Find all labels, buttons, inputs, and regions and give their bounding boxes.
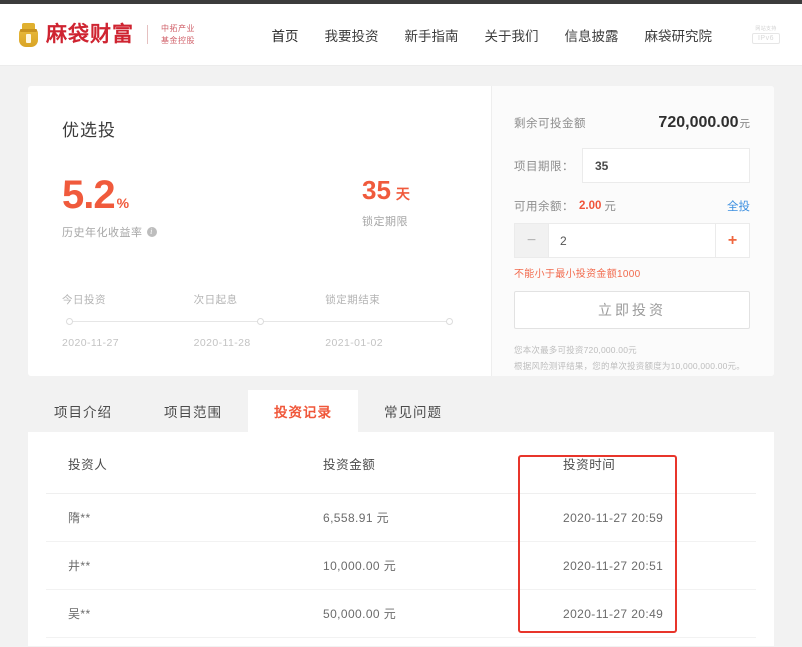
- metric-rate: 5.2% 历史年化收益率 i: [62, 175, 362, 240]
- invest-amount-input[interactable]: [549, 224, 715, 257]
- term-label: 锁定期限: [362, 213, 410, 229]
- timeline-track: [62, 315, 457, 329]
- nav-item-research[interactable]: 麻袋研究院: [644, 25, 712, 45]
- investment-timeline: 今日投资 次日起息 锁定期结束 2020-11-27 2020-11-28 20…: [62, 292, 457, 349]
- timeline-dates: 2020-11-27 2020-11-28 2021-01-02: [62, 337, 457, 349]
- nav-item-home[interactable]: 首页: [271, 25, 298, 45]
- balance-row: 可用余额： 2.00 元 全投: [514, 198, 750, 214]
- balance-value: 2.00: [579, 200, 601, 212]
- timeline-dot-2: [257, 318, 264, 325]
- project-term-row: 项目期限： 35: [514, 148, 750, 183]
- invest-panel: 剩余可投金额 720,000.00元 项目期限： 35 可用余额： 2.00 元…: [491, 86, 774, 376]
- ipv6-badge: 网站支持 IPv6: [752, 25, 780, 44]
- product-metrics: 5.2% 历史年化收益率 i 35 天 锁定期限: [62, 175, 457, 240]
- timeline-date-1: 2020-11-27: [62, 337, 194, 349]
- ipv6-badge-caption: 网站支持: [755, 25, 776, 32]
- project-term-field: 35: [582, 148, 750, 183]
- investment-records-panel: 投资人 投资金额 投资时间 隋** 6,558.91 元 2020-11-27 …: [28, 432, 774, 646]
- investment-records-table: 投资人 投资金额 投资时间 隋** 6,558.91 元 2020-11-27 …: [46, 454, 756, 646]
- cell-amount: 10,000.00 元: [301, 542, 541, 590]
- info-icon[interactable]: i: [147, 227, 157, 237]
- cell-amount: 50,000.00 元: [301, 590, 541, 638]
- timeline-label-1: 今日投资: [62, 292, 194, 307]
- page-content: 优选投 5.2% 历史年化收益率 i 35 天: [0, 66, 802, 646]
- cell-amount: 6,558.91 元: [301, 494, 541, 542]
- nav-item-invest[interactable]: 我要投资: [324, 25, 378, 45]
- remaining-amount-value-wrap: 720,000.00元: [658, 114, 750, 132]
- timeline-date-2: 2020-11-28: [194, 337, 326, 349]
- brand-name: 麻袋财富: [46, 24, 134, 45]
- ipv6-badge-label: IPv6: [752, 33, 780, 44]
- timeline-label-3: 锁定期结束: [325, 292, 457, 307]
- column-header-amount: 投资金额: [301, 454, 541, 494]
- stepper-increase-button[interactable]: +: [715, 224, 749, 257]
- table-row: 井** 10,000.00 元 2020-11-27 20:51: [46, 542, 756, 590]
- rate-label-row: 历史年化收益率 i: [62, 224, 362, 240]
- timeline-date-3: 2021-01-02: [325, 337, 457, 349]
- table-row: 吴** 50,000.00 元 2020-11-27 20:49: [46, 590, 756, 638]
- term-value: 35: [362, 175, 391, 205]
- term-unit: 天: [396, 186, 410, 202]
- table-row: 隋** 6,558.91 元 2020-11-27 20:59: [46, 494, 756, 542]
- table-header: 投资人 投资金额 投资时间: [46, 454, 756, 494]
- nav-item-disclosure[interactable]: 信息披露: [564, 25, 618, 45]
- invest-now-button[interactable]: 立即投资: [514, 291, 750, 329]
- nav-item-about[interactable]: 关于我们: [484, 25, 538, 45]
- cell-time: 2020-11-27 20:31: [541, 638, 756, 647]
- balance-unit: 元: [604, 198, 616, 214]
- amount-error-message: 不能小于最小投资金额1000: [514, 265, 750, 280]
- stepper-decrease-button[interactable]: −: [515, 224, 549, 257]
- timeline-label-2: 次日起息: [194, 292, 326, 307]
- cell-investor: 隋**: [46, 494, 301, 542]
- tab-project-scope[interactable]: 项目范围: [138, 390, 248, 432]
- column-header-time: 投资时间: [541, 454, 756, 494]
- column-header-investor: 投资人: [46, 454, 301, 494]
- cell-investor: 吴**: [46, 590, 301, 638]
- table-header-row: 投资人 投资金额 投资时间: [46, 454, 756, 494]
- table-row: 权** 61,015.07 元 2020-11-27 20:31: [46, 638, 756, 647]
- footnote-line-2: 根据风险测评结果，您的单次投资额度为10,000,000.00元。您: [514, 359, 750, 376]
- remaining-amount-row: 剩余可投金额 720,000.00元: [514, 114, 750, 132]
- footnote-line-1: 您本次最多可投资720,000.00元: [514, 343, 750, 359]
- main-navigation: 首页 我要投资 新手指南 关于我们 信息披露 麻袋研究院 网站支持 IPv6: [271, 25, 780, 45]
- page-root: 麻袋财富 中拓产业 基金控股 首页 我要投资 新手指南 关于我们 信息披露 麻袋…: [0, 0, 802, 646]
- rate-line: 5.2%: [62, 175, 362, 215]
- project-term-label: 项目期限：: [514, 158, 574, 174]
- term-line: 35 天: [362, 177, 410, 204]
- cell-investor: 井**: [46, 542, 301, 590]
- timeline-labels: 今日投资 次日起息 锁定期结束: [62, 292, 457, 307]
- money-bag-icon: [18, 22, 39, 47]
- remaining-amount-label: 剩余可投金额: [514, 115, 586, 131]
- nav-item-guide[interactable]: 新手指南: [404, 25, 458, 45]
- cell-investor: 权**: [46, 638, 301, 647]
- brand-logo[interactable]: 麻袋财富 中拓产业 基金控股: [18, 22, 195, 47]
- amount-stepper: − +: [514, 223, 750, 258]
- table-body: 隋** 6,558.91 元 2020-11-27 20:59 井** 10,0…: [46, 494, 756, 647]
- remaining-amount-unit: 元: [740, 118, 751, 130]
- tab-investment-records[interactable]: 投资记录: [248, 390, 358, 432]
- brand-divider: [147, 25, 148, 44]
- tab-faq[interactable]: 常见问题: [358, 390, 468, 432]
- cell-amount: 61,015.07 元: [301, 638, 541, 647]
- brand-subtitle: 中拓产业 基金控股: [161, 23, 195, 46]
- product-title: 优选投: [62, 116, 457, 141]
- invest-all-link[interactable]: 全投: [727, 198, 750, 214]
- cell-time: 2020-11-27 20:59: [541, 494, 756, 542]
- invest-footnote: 您本次最多可投资720,000.00元 根据风险测评结果，您的单次投资额度为10…: [514, 343, 750, 376]
- timeline-dot-3: [446, 318, 453, 325]
- remaining-amount-value: 720,000.00: [658, 114, 738, 131]
- rate-value: 5.2: [62, 173, 115, 217]
- cell-time: 2020-11-27 20:51: [541, 542, 756, 590]
- detail-tabs: 项目介绍 项目范围 投资记录 常见问题: [28, 390, 774, 432]
- product-card: 优选投 5.2% 历史年化收益率 i 35 天: [28, 86, 774, 376]
- balance-label: 可用余额：: [514, 198, 574, 214]
- tab-project-intro[interactable]: 项目介绍: [28, 390, 138, 432]
- metric-term: 35 天 锁定期限: [362, 175, 410, 240]
- rate-label: 历史年化收益率: [62, 224, 143, 240]
- site-header: 麻袋财富 中拓产业 基金控股 首页 我要投资 新手指南 关于我们 信息披露 麻袋…: [0, 4, 802, 66]
- timeline-dot-1: [66, 318, 73, 325]
- cell-time: 2020-11-27 20:49: [541, 590, 756, 638]
- rate-unit: %: [117, 195, 129, 211]
- product-summary: 优选投 5.2% 历史年化收益率 i 35 天: [28, 86, 491, 376]
